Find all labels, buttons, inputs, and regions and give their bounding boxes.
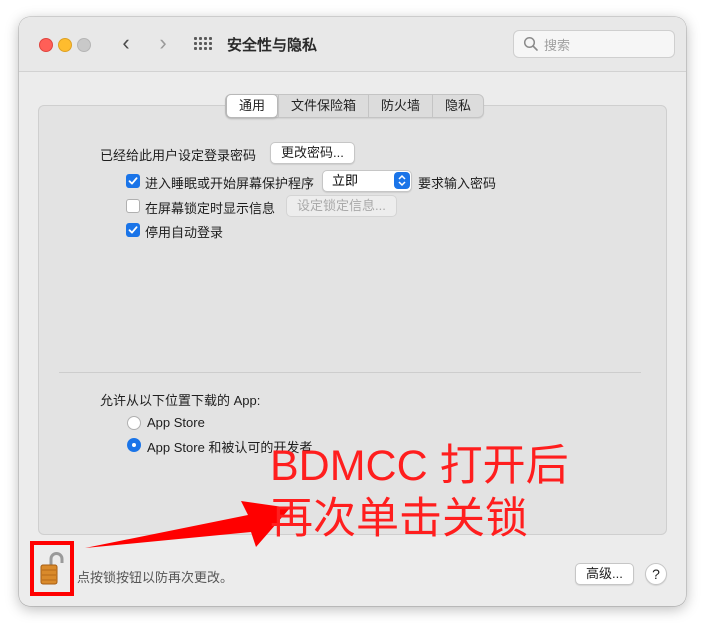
radio-app-store[interactable] [127,416,141,430]
annotation-line-1: BDMCC 打开后 [270,442,569,490]
require-password-suffix-label: 要求输入密码 [418,176,497,191]
show-message-checkbox[interactable] [126,199,140,213]
tab-filevault[interactable]: 文件保险箱 [278,95,368,117]
tab-firewall[interactable]: 防火墙 [368,95,432,117]
annotation-line-2: 再次单击关锁 [270,495,528,543]
zoom-window-button[interactable] [77,38,91,52]
allow-apps-label: 允许从以下位置下载的 App: [100,393,261,408]
require-password-checkbox[interactable] [126,174,140,188]
radio-app-store-label: App Store [147,415,205,430]
checkmark-icon [128,226,138,234]
annotation-text: BDMCC 打开后 再次单击关锁 [270,440,569,546]
minimize-window-button[interactable] [58,38,72,52]
tab-bar: 通用 文件保险箱 防火墙 隐私 [225,94,485,118]
disable-auto-login-checkbox[interactable] [126,223,140,237]
search-field[interactable] [513,30,675,58]
search-icon [523,36,538,51]
show-all-grid-icon[interactable] [194,37,212,51]
title-bar: ‹ › 安全性与隐私 [19,17,686,72]
password-set-label: 已经给此用户设定登录密码 [100,148,257,163]
search-input[interactable] [542,34,670,56]
lock-hint-text: 点按锁按钮以防再次更改。 [77,570,234,585]
close-window-button[interactable] [39,38,53,52]
set-lock-message-button[interactable]: 设定锁定信息... [286,195,397,217]
tab-general[interactable]: 通用 [226,94,279,118]
radio-app-store-developers[interactable] [127,438,141,452]
show-message-label: 在屏幕锁定时显示信息 [145,201,276,216]
help-button[interactable]: ? [645,563,667,585]
forward-chevron-icon[interactable]: › [151,32,175,56]
checkmark-icon [128,177,138,185]
window-title: 安全性与隐私 [227,37,318,54]
disable-auto-login-label: 停用自动登录 [145,225,224,240]
require-password-delay-select[interactable]: 立即 [322,170,412,192]
popup-stepper-icon [394,172,410,189]
change-password-button[interactable]: 更改密码... [270,142,355,164]
back-chevron-icon[interactable]: ‹ [114,32,138,56]
advanced-button[interactable]: 高级... [575,563,634,585]
require-password-label: 进入睡眠或开始屏幕保护程序 [145,176,315,191]
tab-privacy[interactable]: 隐私 [432,95,483,117]
section-divider [59,372,641,373]
select-value: 立即 [332,173,359,188]
padlock-open-icon[interactable] [40,550,66,586]
